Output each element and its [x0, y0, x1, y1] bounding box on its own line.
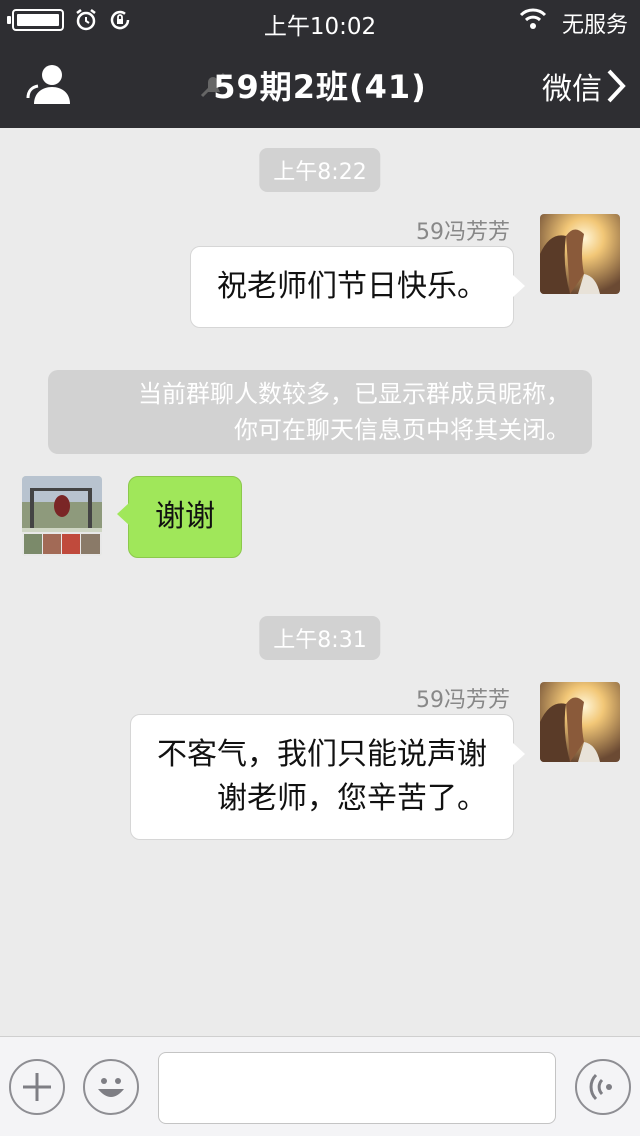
system-notice-line: 当前群聊人数较多，已显示群成员昵称， [138, 380, 570, 408]
wifi-icon [519, 8, 547, 29]
add-button[interactable] [9, 1059, 65, 1115]
back-label: 微信 [542, 72, 602, 107]
system-notice: 当前群聊人数较多，已显示群成员昵称， 你可在聊天信息页中将其关闭。 [48, 370, 592, 454]
avatar-image [540, 214, 620, 294]
system-notice-line: 你可在聊天信息页中将其关闭。 [234, 416, 570, 444]
voice-button[interactable] [575, 1059, 631, 1115]
chat-area[interactable]: 上午8:22 59冯芳芳 祝老师们节日快乐。 当前群聊人数较多，已显示群成员昵称… [0, 128, 640, 1036]
avatar[interactable] [540, 214, 620, 294]
carrier-label: 无服务 [561, 13, 628, 38]
avatar[interactable] [540, 682, 620, 762]
timestamp: 上午8:31 [259, 616, 381, 660]
back-button[interactable]: 微信 [542, 64, 626, 108]
input-bar [0, 1036, 640, 1136]
message-bubble[interactable]: 祝老师们节日快乐。 [190, 246, 525, 328]
emoji-button[interactable] [83, 1059, 139, 1115]
self-avatar[interactable] [22, 476, 102, 556]
top-bar: 上午10:02 无服务 59期2班(41) 微信 [0, 0, 640, 128]
timestamp: 上午8:22 [259, 148, 381, 192]
self-message-bubble[interactable]: 谢谢 [117, 476, 242, 558]
smiley-icon [98, 1078, 124, 1097]
message-line: 不客气，我们只能说声谢 [157, 737, 487, 772]
status-bar: 上午10:02 无服务 [0, 0, 640, 40]
message-line: 谢老师，您辛苦了。 [217, 781, 487, 816]
message-input[interactable] [158, 1052, 556, 1124]
self-avatar-image [22, 476, 102, 556]
sender-name: 59冯芳芳 [416, 688, 510, 713]
avatar-image [540, 682, 620, 762]
chevron-right-icon [607, 69, 626, 103]
nav-bar: 59期2班(41) 微信 [0, 40, 640, 128]
plus-icon [23, 1073, 51, 1101]
message-bubble[interactable]: 不客气，我们只能说声谢 谢老师，您辛苦了。 [130, 714, 525, 840]
voice-icon [589, 1073, 612, 1101]
sender-name: 59冯芳芳 [416, 220, 510, 245]
